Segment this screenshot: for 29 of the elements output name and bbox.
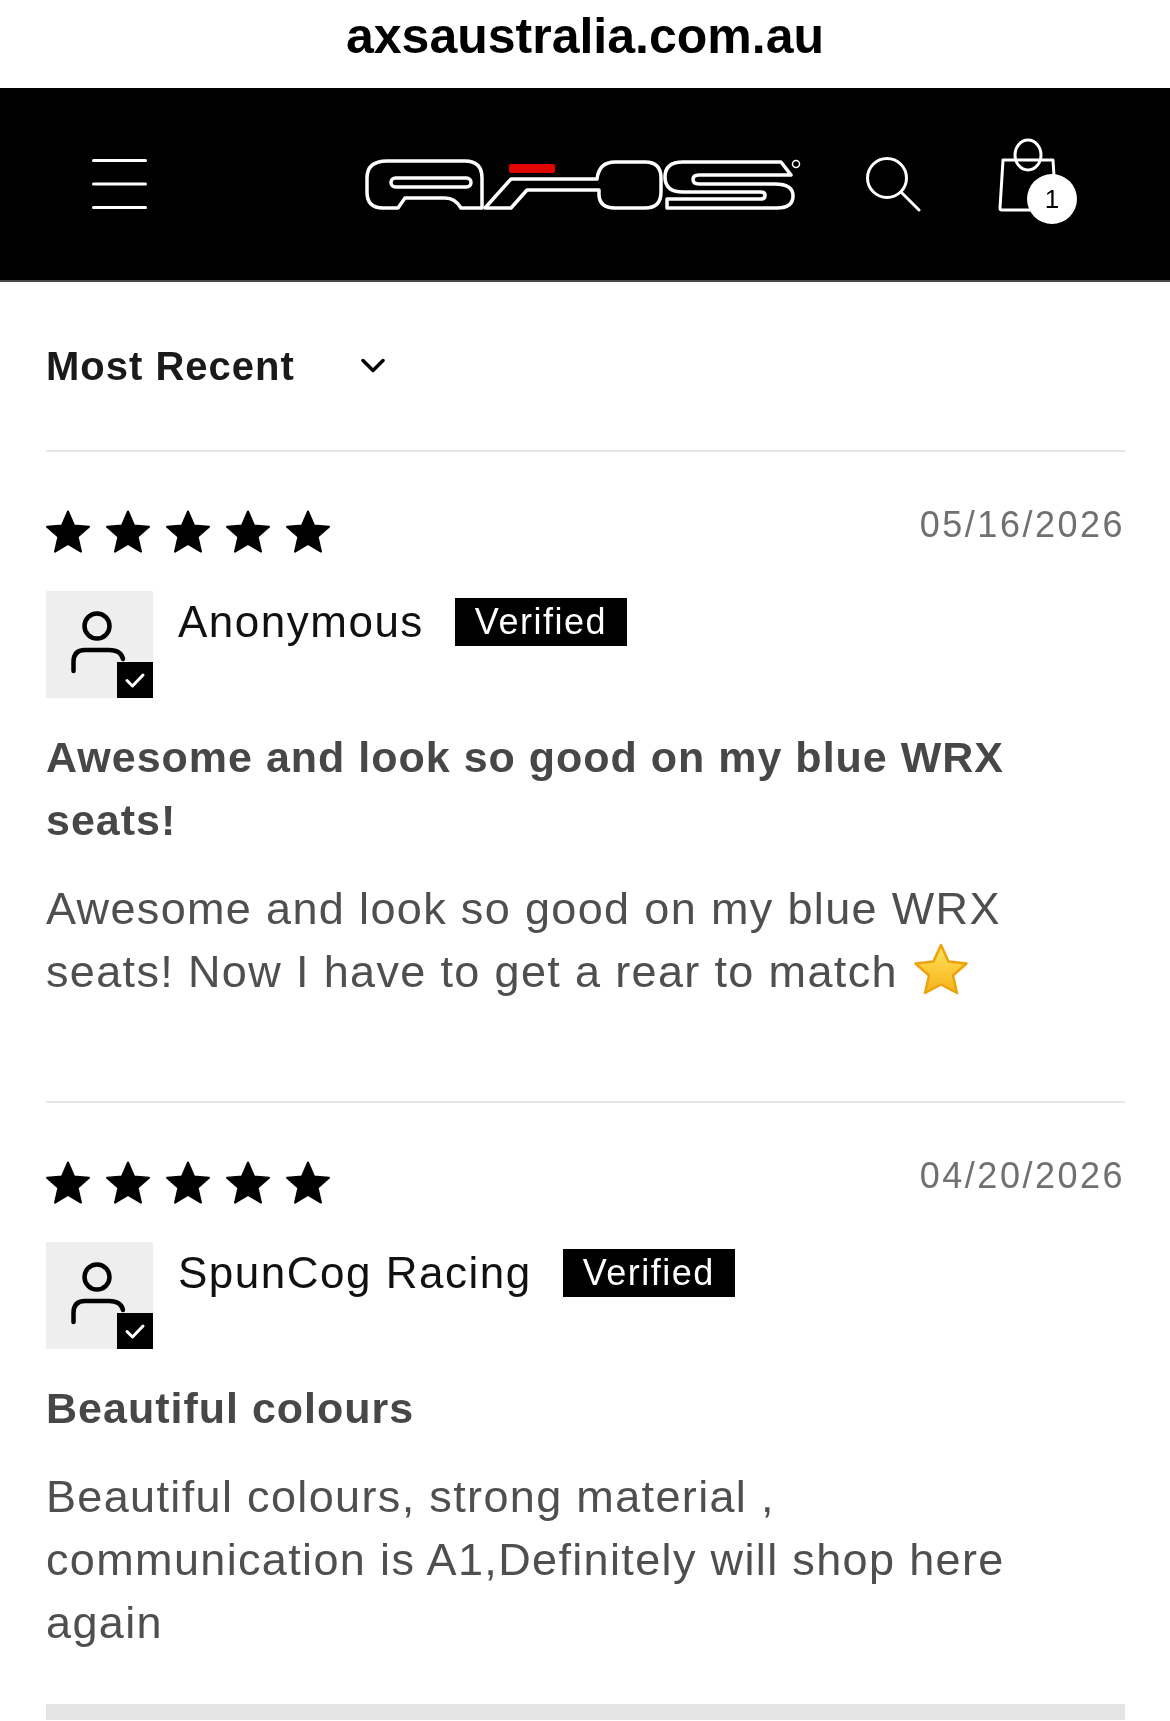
review-text: Awesome and look so good on my blue WRX seats! Now I have to get a rear to match	[46, 883, 1001, 997]
star-icon	[106, 510, 150, 554]
star-icon	[166, 1161, 210, 1205]
person-icon	[69, 1262, 127, 1326]
review-date: 05/16/2026	[919, 504, 1125, 546]
star-icon	[226, 510, 270, 554]
review-title: Awesome and look so good on my blue WRX seats!	[46, 732, 1006, 846]
star-icon	[286, 1161, 330, 1205]
site-logo[interactable]	[365, 158, 801, 210]
verified-badge: Verified	[562, 1249, 735, 1297]
star-icon	[226, 1161, 270, 1205]
review-title: Beautiful colours	[46, 1383, 416, 1434]
menu-icon[interactable]	[92, 159, 147, 209]
url-text: axsaustralia.com.au	[346, 8, 824, 66]
sort-dropdown[interactable]: Most Recent	[46, 342, 385, 390]
reviewer-name: Anonymous	[178, 596, 424, 648]
star-icon	[166, 510, 210, 554]
verified-badge: Verified	[454, 598, 627, 646]
star-icon	[286, 510, 330, 554]
review-text: Beautiful colours, strong material , communication is A1,Definitely will shop here again	[46, 1471, 1005, 1648]
star-icon	[106, 1161, 150, 1205]
star-icon	[46, 510, 90, 554]
cart-count-badge: 1	[1027, 174, 1077, 224]
search-icon[interactable]	[865, 156, 921, 212]
review-date: 04/20/2026	[919, 1155, 1125, 1197]
reviewer-name: SpunCog Racing	[178, 1247, 532, 1299]
star-icon	[46, 1161, 90, 1205]
person-icon	[69, 611, 127, 675]
chevron-down-icon	[360, 358, 385, 374]
